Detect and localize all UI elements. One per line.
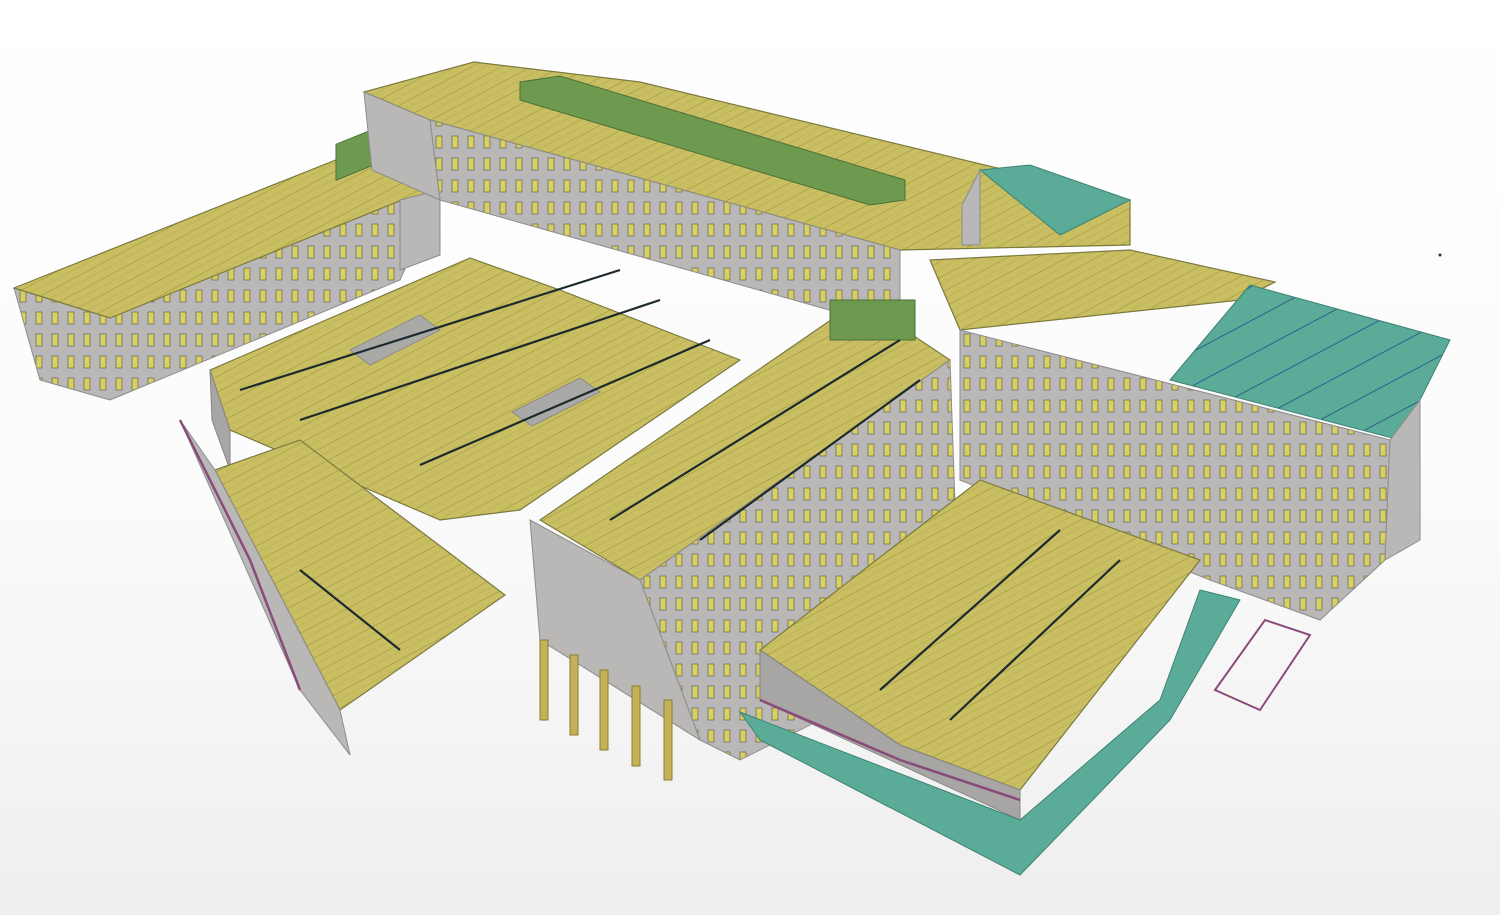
column-1 — [539, 639, 549, 721]
southeast-pergola — [1213, 618, 1312, 712]
marker-dot — [1438, 253, 1442, 257]
building-3d-model — [12, 61, 1451, 876]
column-5 — [663, 699, 673, 781]
column-3 — [599, 669, 609, 751]
column-2 — [569, 654, 579, 736]
rooftop-equipment-box-center — [829, 299, 916, 341]
left-wing-east-wall — [399, 189, 441, 271]
model-viewport[interactable] — [0, 0, 1500, 915]
column-4 — [631, 685, 641, 767]
